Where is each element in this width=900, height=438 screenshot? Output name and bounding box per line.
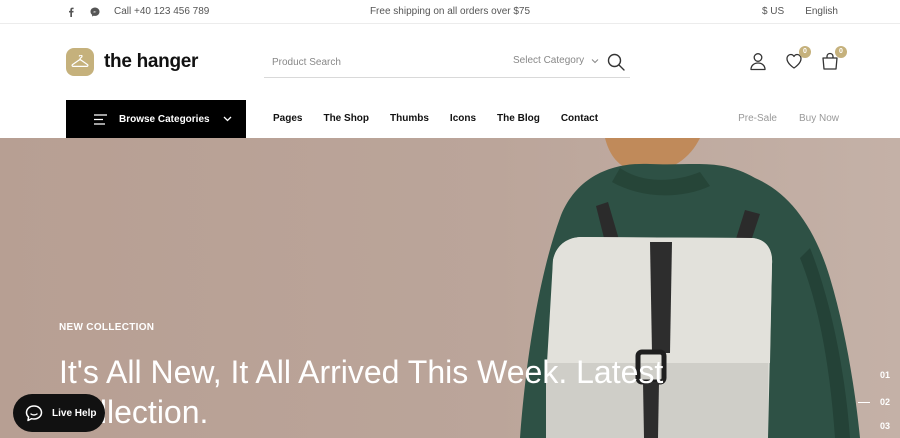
search-button[interactable] xyxy=(606,52,626,72)
currency-selector[interactable]: $ US xyxy=(762,6,784,17)
category-select-label: Select Category xyxy=(513,55,585,66)
nav-link-contact[interactable]: Contact xyxy=(561,113,598,124)
search-input[interactable] xyxy=(272,54,492,70)
hero-eyebrow: NEW COLLECTION xyxy=(59,322,155,333)
slide-dot-3[interactable]: 03 xyxy=(880,421,890,431)
search-icon xyxy=(607,53,625,71)
top-bar-right: $ US English xyxy=(762,6,838,17)
nav-link-pages[interactable]: Pages xyxy=(273,113,302,124)
nav-links: Pages The Shop Thumbs Icons The Blog Con… xyxy=(273,113,598,124)
live-help-button[interactable]: Live Help xyxy=(13,394,105,432)
hero-banner: NEW COLLECTION It's All New, It All Arri… xyxy=(0,138,900,438)
wishlist-count-badge: 0 xyxy=(799,46,811,58)
chevron-down-icon xyxy=(591,58,599,63)
header: the hanger Select Category 0 xyxy=(0,24,900,99)
chevron-down-icon xyxy=(223,116,232,122)
nav-link-pre-sale[interactable]: Pre-Sale xyxy=(738,113,777,124)
category-select[interactable]: Select Category xyxy=(513,55,599,66)
main-nav: Browse Categories Pages The Shop Thumbs … xyxy=(0,99,900,138)
nav-link-thumbs[interactable]: Thumbs xyxy=(390,113,429,124)
nav-link-icons[interactable]: Icons xyxy=(450,113,476,124)
account-button[interactable] xyxy=(748,51,768,71)
nav-link-the-blog[interactable]: The Blog xyxy=(497,113,540,124)
browse-categories-label: Browse Categories xyxy=(119,113,210,125)
slide-dot-1[interactable]: 01 xyxy=(880,370,890,380)
live-help-label: Live Help xyxy=(52,407,97,419)
top-bar: Call +40 123 456 789 Free shipping on al… xyxy=(0,0,900,24)
language-selector[interactable]: English xyxy=(805,6,838,17)
search-bar: Select Category xyxy=(264,48,630,78)
user-icon xyxy=(750,53,766,71)
nav-link-the-shop[interactable]: The Shop xyxy=(323,113,369,124)
cart-count-badge: 0 xyxy=(835,46,847,58)
active-slide-line xyxy=(858,402,870,403)
nav-link-buy-now[interactable]: Buy Now xyxy=(799,113,839,124)
nav-right-links: Pre-Sale Buy Now xyxy=(738,113,839,124)
header-actions: 0 0 xyxy=(748,46,847,71)
logo[interactable]: the hanger xyxy=(66,48,198,76)
chat-icon xyxy=(25,405,43,422)
browse-categories-button[interactable]: Browse Categories xyxy=(66,100,246,138)
hanger-icon xyxy=(66,48,94,76)
logo-text: the hanger xyxy=(104,51,199,72)
slide-dot-2[interactable]: 02 xyxy=(880,397,890,407)
menu-icon xyxy=(94,113,107,125)
wishlist-button[interactable]: 0 xyxy=(784,46,811,71)
hero-headline: It's All New, It All Arrived This Week. … xyxy=(59,354,664,430)
cart-button[interactable]: 0 xyxy=(820,46,847,71)
